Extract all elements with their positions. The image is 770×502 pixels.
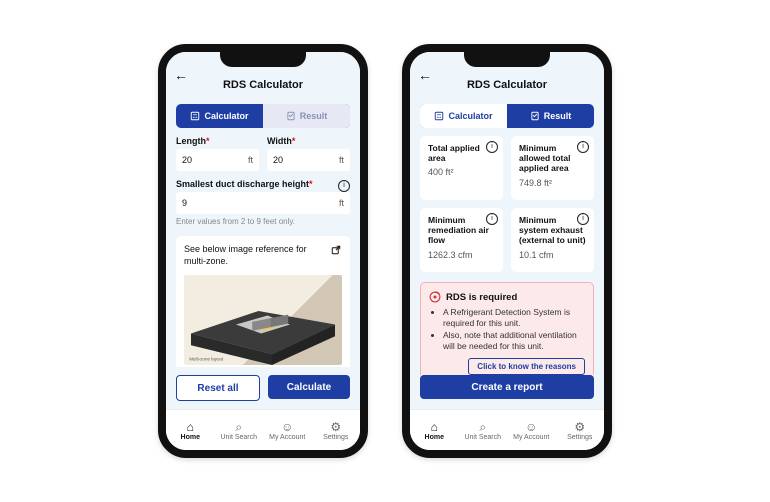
info-icon[interactable]: i <box>486 141 498 153</box>
card-label: Minimum allowed total applied area <box>519 143 586 174</box>
nav-label: Unit Search <box>464 434 501 441</box>
back-icon[interactable]: ← <box>174 68 188 82</box>
length-input[interactable]: 20 ft <box>176 149 259 171</box>
nav-unit-search[interactable]: ⌕ Unit Search <box>215 410 264 450</box>
warning-icon <box>429 291 441 303</box>
nav-home[interactable]: ⌂ Home <box>410 410 459 450</box>
tab-label: Calculator <box>204 111 248 121</box>
card-label: Minimum remediation air flow <box>428 215 495 246</box>
tab-label: Result <box>544 111 572 121</box>
card-value: 749.8 ft² <box>519 178 586 188</box>
nav-label: Home <box>181 434 200 441</box>
search-icon: ⌕ <box>235 421 242 433</box>
page-title: RDS Calculator <box>467 79 547 91</box>
info-icon[interactable]: i <box>486 213 498 225</box>
width-unit: ft <box>339 155 344 165</box>
length-label: Length* <box>176 136 259 146</box>
warning-bullet: Also, note that additional ventilation w… <box>443 330 585 351</box>
calculator-icon <box>190 111 200 121</box>
reference-text: See below image reference for multi-zone… <box>184 244 314 267</box>
tab-calculator[interactable]: Calculator <box>420 104 507 128</box>
open-external-icon[interactable] <box>330 244 342 256</box>
nav-label: Home <box>425 434 444 441</box>
card-value: 400 ft² <box>428 167 495 177</box>
nav-my-account[interactable]: ☺ My Account <box>507 410 556 450</box>
nav-label: Unit Search <box>220 434 257 441</box>
card-min-remediation: i Minimum remediation air flow 1262.3 cf… <box>420 208 503 272</box>
warning-title: RDS is required <box>446 292 517 303</box>
tab-result[interactable]: Result <box>507 104 594 128</box>
tab-bar: Calculator Result <box>420 104 594 128</box>
nav-settings[interactable]: ⚙ Settings <box>312 410 361 450</box>
rds-warning: RDS is required A Refrigerant Detection … <box>420 282 594 375</box>
reference-image: Multi-zone layout <box>184 275 342 365</box>
tab-calculator[interactable]: Calculator <box>176 104 263 128</box>
tab-label: Calculator <box>448 111 492 121</box>
card-label: Minimum system exhaust (external to unit… <box>519 215 586 246</box>
info-icon[interactable]: i <box>338 180 350 192</box>
gear-icon: ⚙ <box>574 421 585 433</box>
nav-unit-search[interactable]: ⌕ Unit Search <box>459 410 508 450</box>
tab-label: Result <box>300 111 328 121</box>
calculate-button[interactable]: Calculate <box>268 375 350 399</box>
height-unit: ft <box>339 198 344 208</box>
nav-settings[interactable]: ⚙ Settings <box>556 410 605 450</box>
phone-result: ← RDS Calculator Calculator Result <box>402 44 612 458</box>
info-icon[interactable]: i <box>577 141 589 153</box>
bottom-nav: ⌂ Home ⌕ Unit Search ☺ My Account ⚙ Sett… <box>166 409 360 450</box>
account-icon: ☺ <box>525 421 537 433</box>
card-value: 1262.3 cfm <box>428 250 495 260</box>
card-value: 10.1 cfm <box>519 250 586 260</box>
reset-button[interactable]: Reset all <box>176 375 260 401</box>
card-label: Total applied area <box>428 143 495 163</box>
nav-label: Settings <box>567 434 592 441</box>
width-input[interactable]: 20 ft <box>267 149 350 171</box>
calculator-icon <box>434 111 444 121</box>
info-icon[interactable]: i <box>577 213 589 225</box>
bottom-nav: ⌂ Home ⌕ Unit Search ☺ My Account ⚙ Sett… <box>410 409 604 450</box>
back-icon[interactable]: ← <box>418 68 432 82</box>
nav-my-account[interactable]: ☺ My Account <box>263 410 312 450</box>
create-report-button[interactable]: Create a report <box>420 375 594 399</box>
length-unit: ft <box>248 155 253 165</box>
warning-bullet: A Refrigerant Detection System is requir… <box>443 307 585 328</box>
height-label: Smallest duct discharge height* <box>176 179 313 189</box>
home-icon: ⌂ <box>187 421 194 433</box>
reference-card: See below image reference for multi-zone… <box>176 236 350 367</box>
result-icon <box>530 111 540 121</box>
svg-text:Multi-zone layout: Multi-zone layout <box>189 357 224 362</box>
phone-calculator: ← RDS Calculator Calculator Result <box>158 44 368 458</box>
gear-icon: ⚙ <box>330 421 341 433</box>
nav-label: My Account <box>269 434 305 441</box>
height-hint: Enter values from 2 to 9 feet only. <box>176 217 350 226</box>
nav-home[interactable]: ⌂ Home <box>166 410 215 450</box>
page-title: RDS Calculator <box>223 79 303 91</box>
search-icon: ⌕ <box>479 421 486 433</box>
nav-label: My Account <box>513 434 549 441</box>
result-icon <box>286 111 296 121</box>
notch <box>464 52 550 67</box>
width-label: Width* <box>267 136 350 146</box>
card-min-allowed-area: i Minimum allowed total applied area 749… <box>511 136 594 200</box>
reasons-button[interactable]: Click to know the reasons <box>468 358 585 375</box>
card-min-exhaust: i Minimum system exhaust (external to un… <box>511 208 594 272</box>
account-icon: ☺ <box>281 421 293 433</box>
tab-bar: Calculator Result <box>176 104 350 128</box>
card-total-applied-area: i Total applied area 400 ft² <box>420 136 503 200</box>
height-input[interactable]: 9 ft <box>176 192 350 214</box>
home-icon: ⌂ <box>431 421 438 433</box>
nav-label: Settings <box>323 434 348 441</box>
tab-result[interactable]: Result <box>263 104 350 128</box>
notch <box>220 52 306 67</box>
